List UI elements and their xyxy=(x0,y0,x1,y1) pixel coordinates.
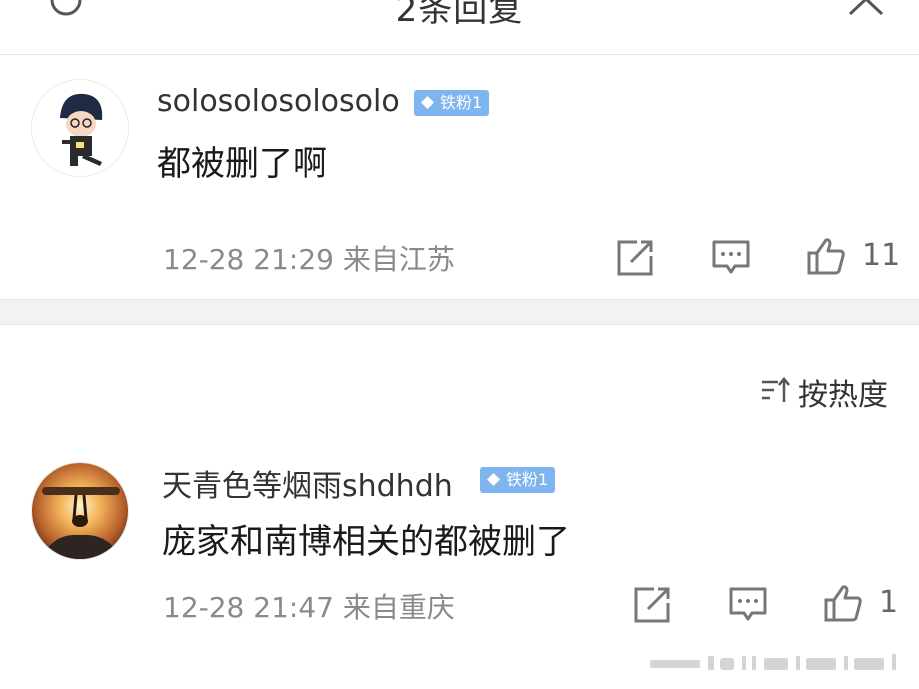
comment-icon[interactable] xyxy=(728,585,768,625)
ant-sunset-avatar-icon xyxy=(32,463,128,559)
like-count: 1 xyxy=(879,585,899,620)
comment-text: 庞家和南博相关的都被删了 xyxy=(162,522,570,562)
fan-badge: 铁粉1 xyxy=(480,467,556,493)
fan-badge: 铁粉1 xyxy=(414,90,490,116)
username[interactable]: solosolosolosolo xyxy=(157,84,400,119)
like-icon[interactable] xyxy=(806,236,846,276)
comment-meta: 12-28 21:47 来自重庆 xyxy=(163,591,455,624)
share-icon[interactable] xyxy=(615,238,655,278)
like-count: 11 xyxy=(862,238,901,273)
sort-icon xyxy=(762,377,790,402)
like-icon[interactable] xyxy=(823,583,863,623)
comment-icon[interactable] xyxy=(711,238,751,278)
page-title: 2条回复 xyxy=(395,0,524,30)
watermark-graphic xyxy=(650,654,896,670)
badge-label: 铁粉1 xyxy=(506,470,549,489)
comment-text: 都被删了啊 xyxy=(157,144,327,184)
diamond-icon xyxy=(421,96,434,109)
header-bar: 2条回复 xyxy=(0,0,919,55)
diamond-icon xyxy=(487,473,500,486)
close-icon[interactable] xyxy=(846,0,886,18)
username[interactable]: 天青色等烟雨shdhdh xyxy=(162,461,453,505)
sort-label: 按热度 xyxy=(798,378,888,413)
avatar[interactable] xyxy=(31,79,129,177)
share-icon[interactable] xyxy=(632,585,672,625)
badge-label: 铁粉1 xyxy=(440,93,483,112)
section-divider xyxy=(0,299,919,325)
cartoon-avatar-icon xyxy=(32,80,128,176)
avatar[interactable] xyxy=(31,462,129,560)
comment-meta: 12-28 21:29 来自江苏 xyxy=(163,243,455,276)
